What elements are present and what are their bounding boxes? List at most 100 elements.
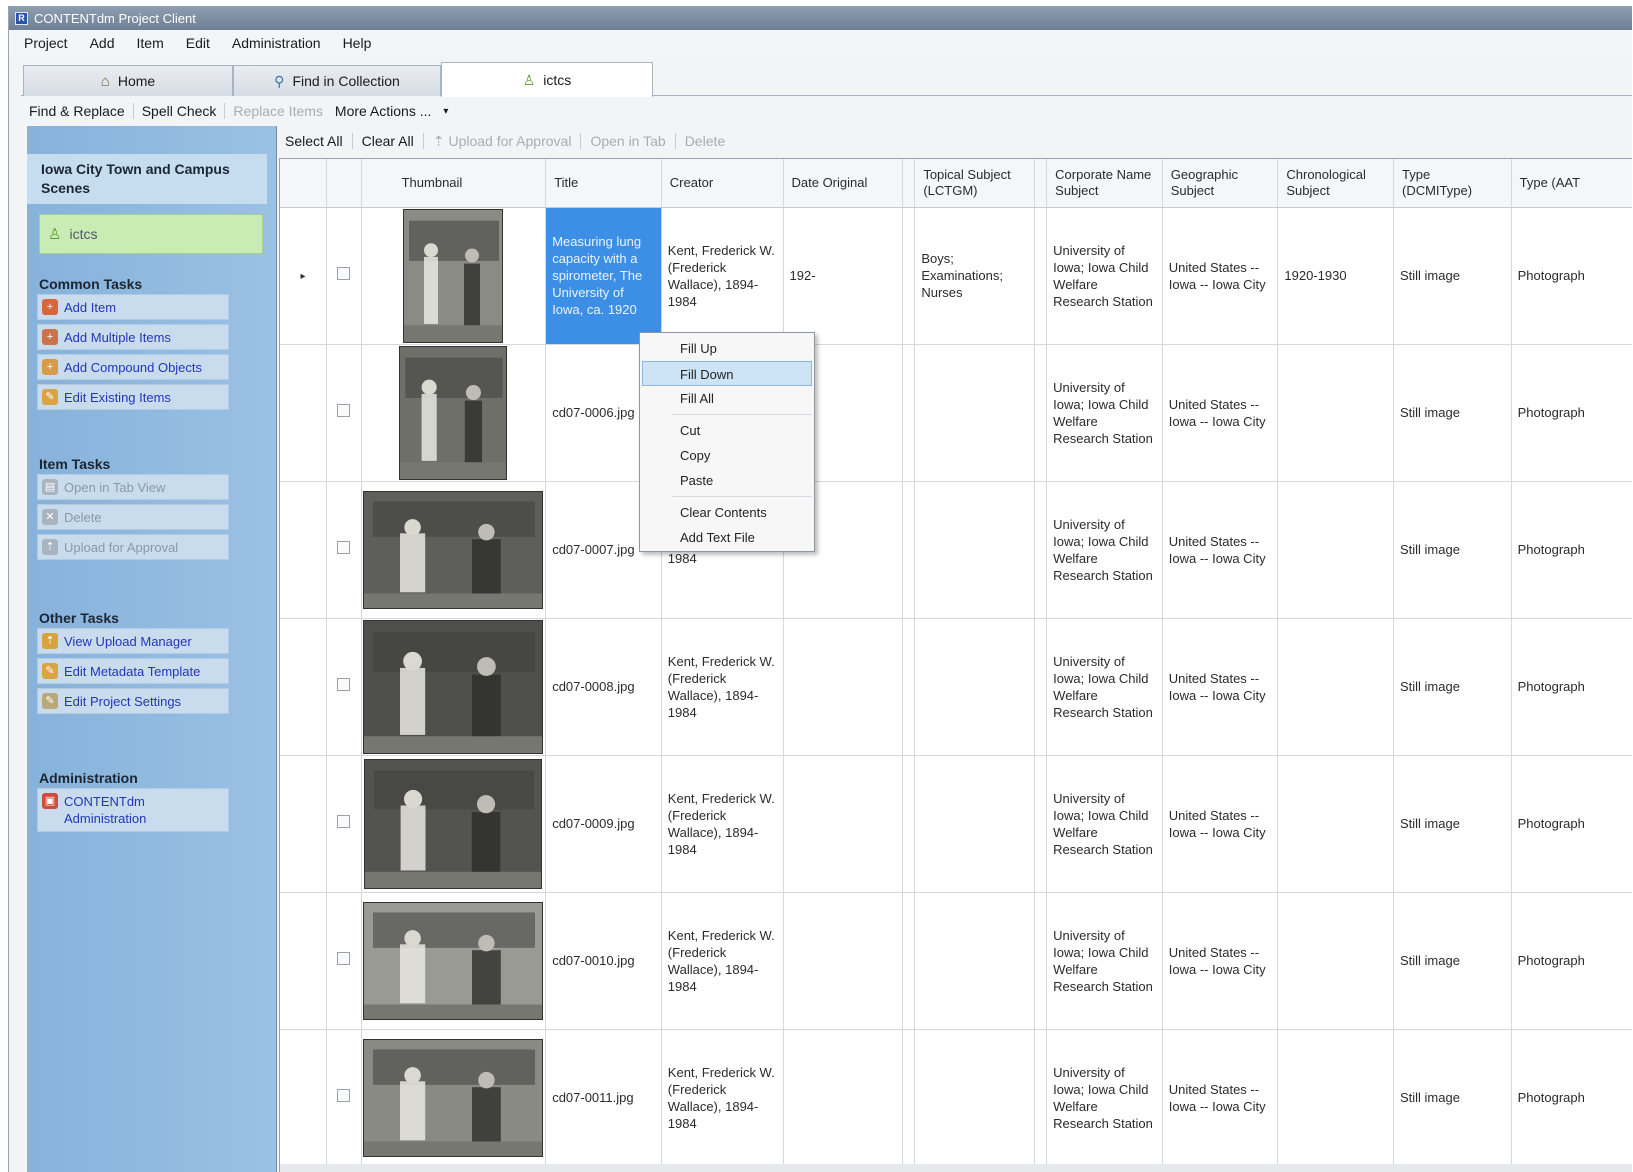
table-row[interactable]: ▸ Measuring lung capacity with a spiromet… <box>280 207 1632 345</box>
column-header-corporate-name[interactable]: Corporate Name Subject <box>1046 159 1163 208</box>
column-header-geographic[interactable]: Geographic Subject <box>1162 159 1279 208</box>
cell-geographic[interactable]: United States -- Iowa -- Iowa City <box>1162 892 1279 1030</box>
menu-item[interactable]: Item <box>137 35 164 51</box>
cell-corporate[interactable]: University of Iowa; Iowa Child Welfare R… <box>1046 344 1163 482</box>
cell-corporate[interactable]: University of Iowa; Iowa Child Welfare R… <box>1046 618 1163 756</box>
column-header-thumbnail[interactable]: Thumbnail <box>361 159 547 208</box>
thumbnail-image[interactable] <box>399 345 508 480</box>
cell-topical[interactable] <box>914 892 1035 1030</box>
menu-edit[interactable]: Edit <box>186 35 210 51</box>
cell-date[interactable]: 192- <box>783 207 904 345</box>
cell-chrono[interactable] <box>1277 618 1394 756</box>
upload-for-approval-button[interactable]: ⇡ Upload for Approval <box>37 534 229 560</box>
table-row[interactable]: cd07-0011.jpg Kent, Frederick W. (Frederi… <box>280 1029 1632 1167</box>
cell-aat[interactable]: Photograph <box>1511 481 1632 619</box>
table-row[interactable]: cd07-0007.jpgWallace), 1894-1984Universi… <box>280 481 1632 619</box>
table-row[interactable]: cd07-0006.jpg University of Iowa; Iowa Ch… <box>280 344 1632 482</box>
menu-administration[interactable]: Administration <box>232 35 321 51</box>
cell-aat[interactable]: Photograph <box>1511 618 1632 756</box>
cell-geographic[interactable]: United States -- Iowa -- Iowa City <box>1162 344 1279 482</box>
cell-corporate[interactable]: University of Iowa; Iowa Child Welfare R… <box>1046 207 1163 345</box>
thumbnail-image[interactable] <box>363 901 544 1020</box>
cell-creator[interactable]: Kent, Frederick W. (Frederick Wallace), … <box>661 207 784 345</box>
menu-item-fill-down[interactable]: Fill Down <box>642 361 812 386</box>
menu-item-fill-up[interactable]: Fill Up <box>640 336 814 361</box>
column-header-creator[interactable]: Creator <box>661 159 784 208</box>
cell-aat[interactable]: Photograph <box>1511 207 1632 345</box>
column-header-type-aat[interactable]: Type (AAT <box>1511 159 1632 208</box>
cell-aat[interactable]: Photograph <box>1511 755 1632 893</box>
cell-aat[interactable]: Photograph <box>1511 344 1632 482</box>
menu-add[interactable]: Add <box>90 35 115 51</box>
row-checkbox[interactable] <box>337 1089 351 1102</box>
column-header-type-dcmi[interactable]: Type (DCMIType) <box>1393 159 1512 208</box>
cell-aat[interactable]: Photograph <box>1511 892 1632 1030</box>
cell-geographic[interactable]: United States -- Iowa -- Iowa City <box>1162 755 1279 893</box>
menu-help[interactable]: Help <box>343 35 372 51</box>
row-checkbox[interactable] <box>337 541 351 554</box>
row-checkbox[interactable] <box>337 678 351 691</box>
menu-item-paste[interactable]: Paste <box>640 468 814 493</box>
cell-chrono[interactable]: 1920-1930 <box>1277 207 1394 345</box>
cell-title[interactable]: cd07-0009.jpg <box>545 755 662 893</box>
menu-item-add-text-file[interactable]: Add Text File <box>640 525 814 550</box>
menu-item-cut[interactable]: Cut <box>640 418 814 443</box>
cell-chrono[interactable] <box>1277 755 1394 893</box>
cell-creator[interactable]: Kent, Frederick W. (Frederick Wallace), … <box>661 892 784 1030</box>
menu-project[interactable]: Project <box>24 35 68 51</box>
find-replace-button[interactable]: Find & Replace <box>29 103 125 119</box>
cell-topical[interactable] <box>914 481 1035 619</box>
horizontal-scrollbar[interactable] <box>280 1164 1632 1172</box>
table-row[interactable]: cd07-0010.jpg Kent, Frederick W. (Frederi… <box>280 892 1632 1030</box>
delete-toolbar-button[interactable]: Delete <box>685 133 725 149</box>
column-header-title[interactable]: Title <box>545 159 662 208</box>
thumbnail-image[interactable] <box>363 490 544 609</box>
tab-find-in-collection[interactable]: ⚲ Find in Collection <box>233 65 441 96</box>
delete-item-button[interactable]: ✕ Delete <box>37 504 229 530</box>
cell-dcmi[interactable]: Still image <box>1393 344 1512 482</box>
add-multiple-items-button[interactable]: + Add Multiple Items <box>37 324 229 350</box>
column-header-topical-subject[interactable]: Topical Subject (LCTGM) <box>914 159 1035 208</box>
table-row[interactable]: cd07-0008.jpg Kent, Frederick W. (Frederi… <box>280 618 1632 756</box>
thumbnail-image[interactable] <box>364 758 543 889</box>
cell-dcmi[interactable]: Still image <box>1393 207 1512 345</box>
cell-topical[interactable] <box>914 344 1035 482</box>
cell-date[interactable] <box>783 618 904 756</box>
cell-topical[interactable]: Boys; Examinations; Nurses <box>914 207 1035 345</box>
cell-geographic[interactable]: United States -- Iowa -- Iowa City <box>1162 481 1279 619</box>
cell-date[interactable] <box>783 1029 904 1167</box>
cell-dcmi[interactable]: Still image <box>1393 755 1512 893</box>
cell-corporate[interactable]: University of Iowa; Iowa Child Welfare R… <box>1046 1029 1163 1167</box>
cell-corporate[interactable]: University of Iowa; Iowa Child Welfare R… <box>1046 481 1163 619</box>
thumbnail-image[interactable] <box>363 1038 544 1157</box>
cell-dcmi[interactable]: Still image <box>1393 481 1512 619</box>
row-checkbox[interactable] <box>337 404 351 417</box>
upload-for-approval-toolbar-button[interactable]: Upload for Approval <box>448 133 571 149</box>
spell-check-button[interactable]: Spell Check <box>142 103 217 119</box>
cell-topical[interactable] <box>914 755 1035 893</box>
cell-date[interactable] <box>783 892 904 1030</box>
cell-title[interactable]: cd07-0011.jpg <box>545 1029 662 1167</box>
edit-metadata-template-button[interactable]: ✎ Edit Metadata Template <box>37 658 229 684</box>
chevron-down-icon[interactable]: ▾ <box>443 106 448 117</box>
cell-dcmi[interactable]: Still image <box>1393 892 1512 1030</box>
cell-title[interactable]: Measuring lung capacity with a spiromete… <box>545 207 662 345</box>
cell-chrono[interactable] <box>1277 481 1394 619</box>
replace-items-button[interactable]: Replace Items <box>233 103 322 119</box>
column-header-chronological[interactable]: Chronological Subject <box>1277 159 1394 208</box>
menu-item-clear-contents[interactable]: Clear Contents <box>640 500 814 525</box>
cell-geographic[interactable]: United States -- Iowa -- Iowa City <box>1162 1029 1279 1167</box>
thumbnail-image[interactable] <box>363 619 544 754</box>
open-in-tab-view-button[interactable]: ▤ Open in Tab View <box>37 474 229 500</box>
tab-ictcs[interactable]: ♙ ictcs <box>441 62 653 97</box>
edit-project-settings-button[interactable]: ✎ Edit Project Settings <box>37 688 229 714</box>
thumbnail-image[interactable] <box>403 208 504 343</box>
menu-item-fill-all[interactable]: Fill All <box>640 386 814 411</box>
row-checkbox[interactable] <box>337 952 351 965</box>
view-upload-manager-button[interactable]: ⇡ View Upload Manager <box>37 628 229 654</box>
cell-dcmi[interactable]: Still image <box>1393 1029 1512 1167</box>
cell-dcmi[interactable]: Still image <box>1393 618 1512 756</box>
cell-aat[interactable]: Photograph <box>1511 1029 1632 1167</box>
cell-chrono[interactable] <box>1277 344 1394 482</box>
column-header-date-original[interactable]: Date Original <box>783 159 904 208</box>
